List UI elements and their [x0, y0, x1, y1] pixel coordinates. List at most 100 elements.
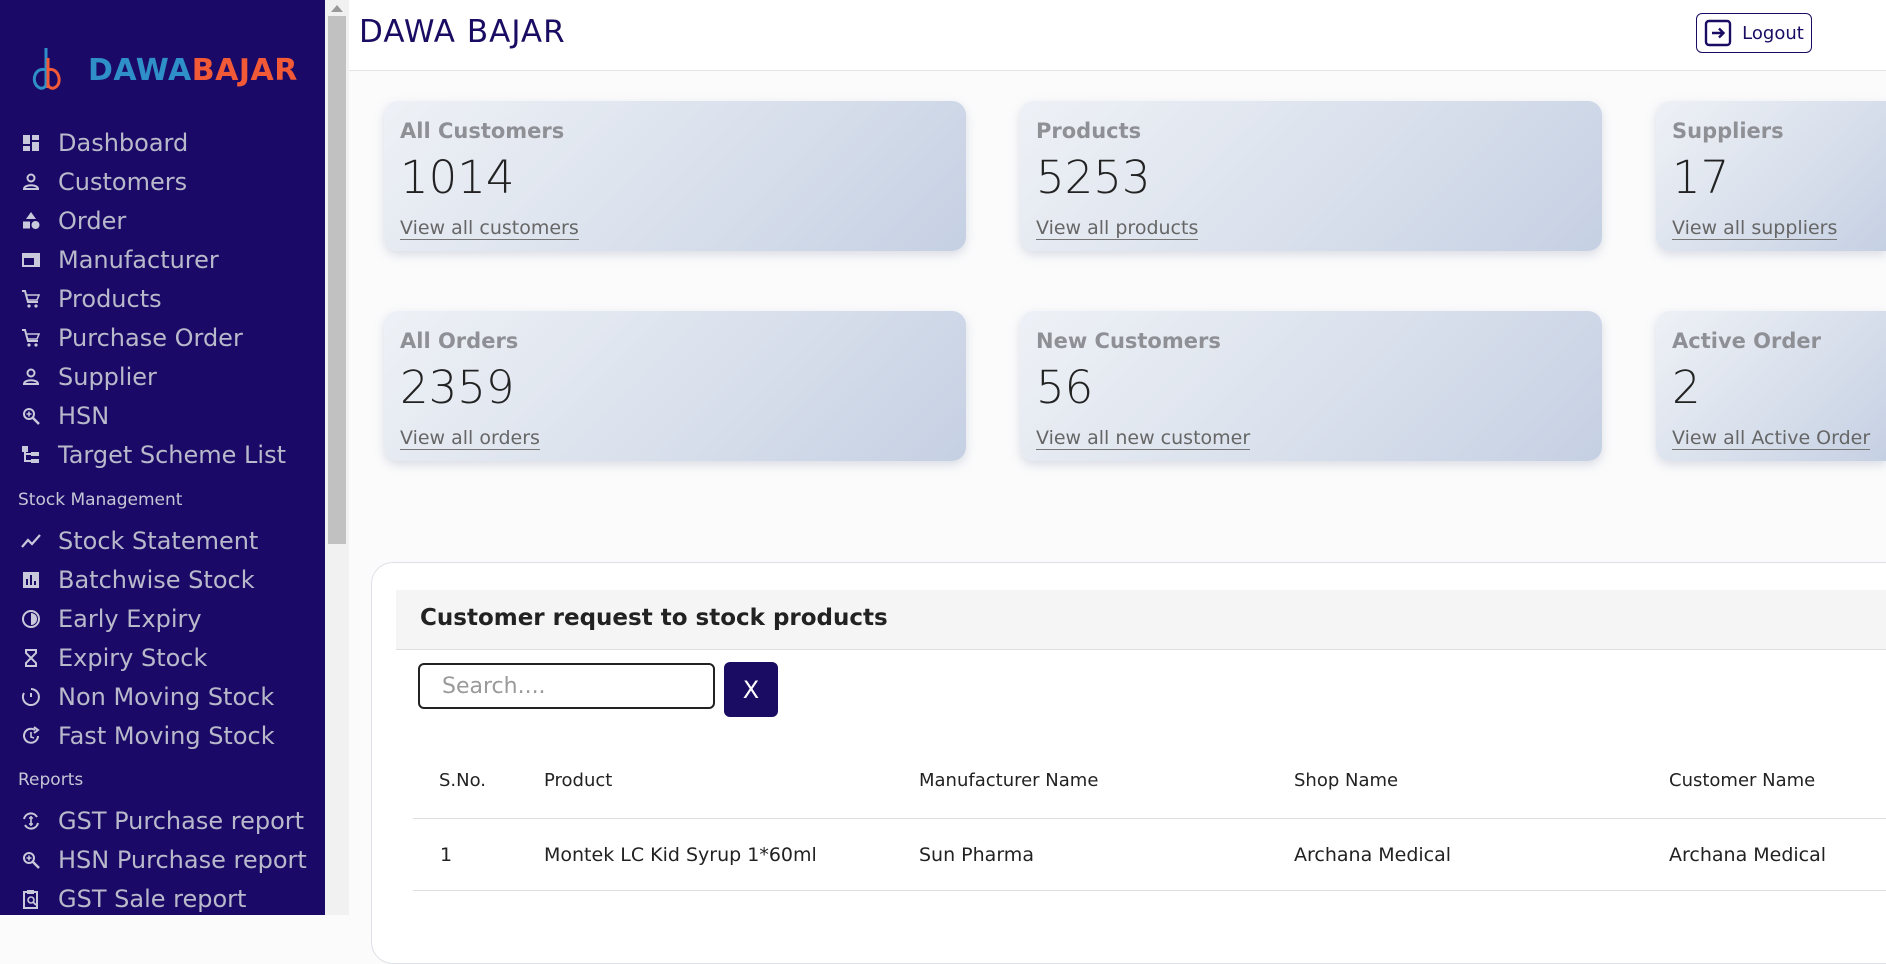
sidebar-item-stock-statement[interactable]: Stock Statement — [0, 522, 325, 560]
sidebar-item-purchase-order[interactable]: Purchase Order — [0, 319, 325, 357]
contrast-icon — [20, 608, 42, 630]
table-cell-customer: Archana Medical — [1669, 844, 1827, 866]
sidebar-item-order[interactable]: Order — [0, 202, 325, 240]
sidebar-item-hsn-purchase-report[interactable]: HSN Purchase report — [0, 841, 325, 879]
table-row-divider — [413, 890, 1886, 891]
sidebar-item-batchwise-stock[interactable]: Batchwise Stock — [0, 561, 325, 599]
sidebar-item-label: Target Scheme List — [58, 441, 287, 469]
page-scrollbar[interactable] — [325, 0, 349, 915]
column-header-shop: Shop Name — [1294, 770, 1399, 791]
logo-text: DAWABAJAR — [88, 53, 298, 88]
column-header-customer: Customer Name — [1669, 770, 1816, 791]
sidebar-item-label: GST Purchase report — [58, 807, 305, 835]
logout-label: Logout — [1742, 22, 1804, 44]
stat-card-title: Suppliers — [1672, 119, 1784, 143]
currency-exchange-icon — [20, 810, 42, 832]
section-title-reports: Reports — [18, 770, 84, 790]
panel-title: Customer request to stock products — [420, 605, 888, 631]
view-all-active-order-link[interactable]: View all Active Order — [1672, 427, 1871, 450]
sidebar-item-label: Order — [58, 207, 127, 235]
stat-card-title: All Customers — [400, 119, 565, 143]
stat-card-value: 17 — [1672, 151, 1730, 204]
view-all-customers-link[interactable]: View all customers — [400, 217, 579, 240]
shapes-icon — [20, 210, 42, 232]
clipboard-search-icon — [20, 888, 42, 910]
sidebar-item-label: Batchwise Stock — [58, 566, 255, 594]
scroll-up-arrow-icon[interactable] — [331, 5, 343, 12]
sidebar-item-fast-moving-stock[interactable]: Fast Moving Stock — [0, 717, 325, 755]
sidebar-item-dashboard[interactable]: Dashboard — [0, 124, 325, 162]
sidebar-item-label: Products — [58, 285, 162, 313]
web-icon — [20, 249, 42, 271]
stat-card-value: 2 — [1672, 361, 1701, 414]
sidebar-item-gst-sale-report[interactable]: GST Sale report — [0, 880, 325, 915]
sidebar-item-label: Fast Moving Stock — [58, 722, 275, 750]
brand-title: DAWA BAJAR — [359, 14, 566, 50]
sidebar-item-label: Supplier — [58, 363, 157, 391]
refresh-icon — [20, 725, 42, 747]
timer-icon — [20, 686, 42, 708]
sidebar-item-label: Stock Statement — [58, 527, 259, 555]
sidebar-item-products[interactable]: Products — [0, 280, 325, 318]
stat-card-new-customers: New Customers 56 View all new customer — [1020, 311, 1602, 461]
view-all-new-customer-link[interactable]: View all new customer — [1036, 427, 1251, 450]
logout-icon — [1704, 19, 1732, 47]
cart-icon — [20, 327, 42, 349]
stat-card-value: 1014 — [400, 151, 515, 204]
logo-text-part2: BAJAR — [191, 52, 298, 88]
table-cell-shop: Archana Medical — [1294, 844, 1452, 866]
bar-chart-icon — [20, 569, 42, 591]
stat-card-active-order: Active Order 2 View all Active Order — [1656, 311, 1886, 461]
sidebar-item-label: HSN Purchase report — [58, 846, 307, 874]
clear-search-button[interactable]: X — [724, 662, 778, 717]
sidebar: DAWABAJAR Dashboard Customers Order Manu… — [0, 0, 325, 915]
view-all-suppliers-link[interactable]: View all suppliers — [1672, 217, 1838, 240]
search-input[interactable] — [418, 663, 715, 709]
stat-card-title: Products — [1036, 119, 1142, 143]
sidebar-item-non-moving-stock[interactable]: Non Moving Stock — [0, 678, 325, 716]
top-header: DAWA BAJAR Logout — [349, 0, 1886, 71]
sidebar-item-label: Early Expiry — [58, 605, 202, 633]
stat-card-value: 56 — [1036, 361, 1094, 414]
section-title-stock-management: Stock Management — [18, 490, 183, 510]
sidebar-item-label: Expiry Stock — [58, 644, 208, 672]
column-header-manufacturer: Manufacturer Name — [919, 770, 1099, 791]
zoom-icon — [20, 405, 42, 427]
stat-card-title: All Orders — [400, 329, 519, 353]
view-all-products-link[interactable]: View all products — [1036, 217, 1199, 240]
sidebar-item-early-expiry[interactable]: Early Expiry — [0, 600, 325, 638]
cart-icon — [20, 288, 42, 310]
logout-button[interactable]: Logout — [1696, 13, 1812, 53]
panel-header: Customer request to stock products — [396, 590, 1886, 650]
sidebar-item-manufacturer[interactable]: Manufacturer — [0, 241, 325, 279]
tree-icon — [20, 444, 42, 466]
sidebar-item-gst-purchase-report[interactable]: GST Purchase report — [0, 802, 325, 840]
sidebar-item-label: Non Moving Stock — [58, 683, 275, 711]
stat-card-all-orders: All Orders 2359 View all orders — [384, 311, 966, 461]
sidebar-item-hsn[interactable]: HSN — [0, 397, 325, 435]
sidebar-item-label: Dashboard — [58, 129, 189, 157]
column-header-product: Product — [544, 770, 613, 791]
trend-icon — [20, 530, 42, 552]
table-cell-product: Montek LC Kid Syrup 1*60ml — [544, 844, 817, 866]
app-logo[interactable]: DAWABAJAR — [26, 44, 298, 96]
hourglass-icon — [20, 647, 42, 669]
stat-card-products: Products 5253 View all products — [1020, 101, 1602, 251]
person-icon — [20, 171, 42, 193]
person-icon — [20, 366, 42, 388]
stat-card-all-customers: All Customers 1014 View all customers — [384, 101, 966, 251]
sidebar-item-label: Customers — [58, 168, 188, 196]
view-all-orders-link[interactable]: View all orders — [400, 427, 540, 450]
sidebar-item-label: Purchase Order — [58, 324, 243, 352]
table-cell-manufacturer: Sun Pharma — [919, 844, 1034, 866]
logo-mark-icon — [32, 48, 61, 90]
zoom-icon — [20, 849, 42, 871]
sidebar-item-expiry-stock[interactable]: Expiry Stock — [0, 639, 325, 677]
sidebar-item-supplier[interactable]: Supplier — [0, 358, 325, 396]
table-cell-sno: 1 — [440, 844, 453, 866]
sidebar-item-target-scheme-list[interactable]: Target Scheme List — [0, 436, 325, 474]
sidebar-item-label: HSN — [58, 402, 110, 430]
scrollbar-thumb[interactable] — [328, 16, 346, 544]
stat-card-value: 2359 — [400, 361, 515, 414]
sidebar-item-customers[interactable]: Customers — [0, 163, 325, 201]
